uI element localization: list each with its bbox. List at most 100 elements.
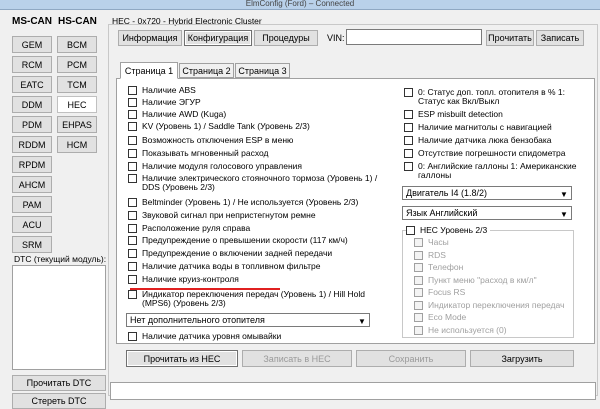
load-button[interactable]: Загрузить — [470, 350, 574, 367]
tab-configuration[interactable]: Конфигурация — [184, 30, 252, 46]
checkbox[interactable] — [128, 122, 137, 131]
hec-option-item[interactable]: Не используется (0) — [414, 325, 569, 335]
save-button[interactable]: Сохранить — [356, 350, 466, 367]
page-tab-1[interactable]: Страница 1 — [120, 62, 178, 79]
module-button-hec[interactable]: HEC — [57, 96, 97, 113]
read-dtc-button[interactable]: Прочитать DTC — [12, 375, 106, 391]
left-option-item[interactable]: Наличие ЭГУР — [128, 98, 388, 107]
checkbox[interactable] — [128, 211, 137, 220]
dtc-list[interactable] — [12, 265, 106, 370]
heater-select[interactable]: Нет дополнительного отопителя ▼ — [126, 313, 370, 327]
module-button-ehpas[interactable]: EHPAS — [57, 116, 97, 133]
read-from-hec-button[interactable]: Прочитать из HEC — [126, 350, 238, 367]
tab-information[interactable]: Информация — [118, 30, 182, 46]
checkbox[interactable] — [404, 136, 413, 145]
write-vin-button[interactable]: Записать — [536, 30, 584, 46]
left-option-item[interactable]: Наличие ABS — [128, 86, 388, 95]
hec-option-item[interactable]: Часы — [414, 238, 569, 247]
left-option-item[interactable]: Предупреждение о превышении скорости (11… — [128, 236, 388, 245]
module-button-pcm[interactable]: PCM — [57, 56, 97, 73]
checkbox[interactable] — [414, 288, 423, 297]
module-button-rpdm[interactable]: RPDM — [12, 156, 52, 173]
checkbox[interactable] — [414, 313, 423, 322]
left-option-item[interactable]: Наличие модуля голосового управления — [128, 162, 388, 171]
left-option-item[interactable]: KV (Уровень 1) / Saddle Tank (Уровень 2/… — [128, 122, 388, 131]
checkbox[interactable] — [404, 162, 413, 171]
checkbox[interactable] — [414, 263, 423, 272]
checkbox[interactable] — [128, 249, 137, 258]
checkbox[interactable] — [128, 98, 137, 107]
module-button-hcm[interactable]: HCM — [57, 136, 97, 153]
checkbox[interactable] — [414, 250, 423, 260]
left-option-item[interactable]: Возможность отключения ESP в меню — [128, 136, 388, 145]
checkbox[interactable] — [128, 224, 137, 233]
checkbox[interactable] — [404, 110, 413, 119]
left-option-item[interactable]: Наличие круиз-контроля — [128, 275, 388, 284]
module-button-rcm[interactable]: RCM — [12, 56, 52, 73]
checkbox[interactable] — [404, 88, 413, 97]
left-option-item[interactable]: Наличие датчика воды в топливном фильтре — [128, 262, 388, 271]
hec-option-item[interactable]: Телефон — [414, 263, 569, 272]
module-button-ahcm[interactable]: AHCM — [12, 176, 52, 193]
checkbox[interactable] — [128, 262, 137, 271]
vin-input[interactable] — [346, 29, 482, 45]
left-option-item[interactable]: Наличие AWD (Kuga) — [128, 110, 388, 119]
checkbox[interactable] — [128, 162, 137, 171]
checkbox[interactable] — [128, 290, 137, 299]
clear-dtc-button[interactable]: Стереть DTC — [12, 393, 106, 409]
module-button-eatc[interactable]: EATC — [12, 76, 52, 93]
write-to-hec-button[interactable]: Записать в HEC — [242, 350, 352, 367]
checkbox[interactable] — [414, 275, 423, 285]
right-option-item[interactable]: Наличие магнитолы с навигацией — [404, 123, 584, 132]
checkbox[interactable] — [128, 332, 137, 341]
hec-option-item[interactable]: Eco Mode — [414, 313, 569, 322]
checkbox[interactable] — [414, 325, 423, 335]
left-option-item[interactable]: Beltminder (Уровень 1) / Не используется… — [128, 198, 388, 207]
module-button-rddm[interactable]: RDDM — [12, 136, 52, 153]
module-button-srm[interactable]: SRM — [12, 236, 52, 253]
hec-option-item[interactable]: Focus RS — [414, 288, 569, 297]
left-option-item[interactable]: Расположение руля справа — [128, 224, 388, 233]
checkbox[interactable] — [404, 149, 413, 158]
checkbox[interactable] — [128, 149, 137, 158]
left-option-item[interactable]: Индикатор переключения передач (Уровень … — [128, 290, 378, 308]
checkbox[interactable] — [128, 275, 137, 284]
language-select[interactable]: Язык Английский ▼ — [402, 206, 572, 220]
checkbox[interactable] — [128, 110, 137, 119]
module-button-pdm[interactable]: PDM — [12, 116, 52, 133]
left-option-item[interactable]: Звуковой сигнал при непристегнутом ремне — [128, 211, 388, 220]
hec-option-item[interactable]: Пункт меню "расход в км/л" — [414, 275, 569, 285]
module-button-ddm[interactable]: DDM — [12, 96, 52, 113]
module-button-pam[interactable]: PAM — [12, 196, 52, 213]
checkbox[interactable] — [128, 236, 137, 245]
checkbox[interactable] — [128, 174, 137, 183]
washer-option[interactable]: Наличие датчика уровня омывайки — [128, 332, 281, 341]
checkbox[interactable] — [406, 226, 415, 235]
right-option-item[interactable]: ESP misbuilt detection — [404, 110, 584, 119]
hec-level-toggle[interactable]: HEC Уровень 2/3 — [406, 226, 491, 235]
left-option-item[interactable]: Наличие электрического стояночного тормо… — [128, 174, 378, 192]
checkbox[interactable] — [404, 123, 413, 132]
right-option-item[interactable]: 0: Статус доп. топл. отопителя в % 1: Ст… — [404, 88, 584, 106]
right-option-item[interactable]: Наличие датчика люка бензобака — [404, 136, 584, 145]
module-button-acu[interactable]: ACU — [12, 216, 52, 233]
left-option-item[interactable]: Предупреждение о включении задней переда… — [128, 249, 388, 258]
page-tab-3[interactable]: Страница 3 — [235, 63, 290, 78]
left-option-item[interactable]: Показывать мгновенный расход — [128, 149, 388, 158]
engine-select[interactable]: Двигатель I4 (1.8/2) ▼ — [402, 186, 572, 200]
read-vin-button[interactable]: Прочитать — [486, 30, 534, 46]
right-option-item[interactable]: 0: Английские галлоны 1: Американские га… — [404, 162, 584, 180]
module-button-tcm[interactable]: TCM — [57, 76, 97, 93]
checkbox[interactable] — [128, 86, 137, 95]
hec-option-item[interactable]: Индикатор переключения передач — [414, 300, 569, 310]
page-tab-2[interactable]: Страница 2 — [179, 63, 234, 78]
checkbox[interactable] — [128, 198, 137, 207]
hec-option-item[interactable]: RDS — [414, 250, 569, 260]
checkbox[interactable] — [414, 300, 423, 310]
right-option-item[interactable]: Отсутствие погрешности спидометра — [404, 149, 584, 158]
tab-procedures[interactable]: Процедуры — [254, 30, 318, 46]
module-button-gem[interactable]: GEM — [12, 36, 52, 53]
module-button-bcm[interactable]: BCM — [57, 36, 97, 53]
checkbox[interactable] — [128, 136, 137, 145]
checkbox[interactable] — [414, 238, 423, 247]
